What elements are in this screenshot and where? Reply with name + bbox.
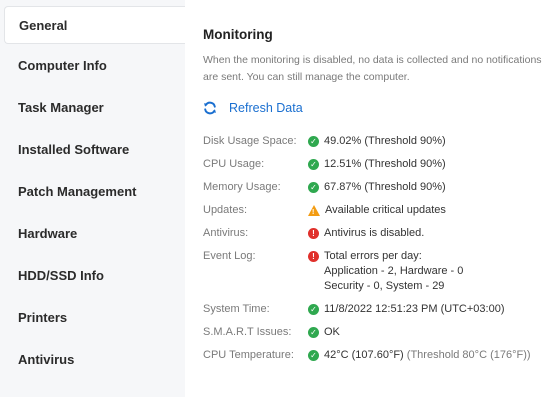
smart-issues-value: OK — [324, 326, 340, 338]
monitoring-status-list: Disk Usage Space: ✓ 49.02% (Threshold 90… — [203, 134, 531, 371]
memory-usage-label: Memory Usage: — [203, 181, 281, 193]
check-icon: ✓ — [308, 304, 319, 315]
event-log-line2: Application - 2, Hardware - 0 — [324, 265, 464, 277]
disk-usage-label: Disk Usage Space: — [203, 135, 297, 147]
system-time-row: System Time: ✓ 11/8/2022 12:51:23 PM (UT… — [203, 302, 531, 317]
sidebar-item-general[interactable]: General — [4, 6, 185, 44]
cpu-temperature-row: CPU Temperature: ✓ 42°C (107.60°F) (Thre… — [203, 348, 531, 363]
sidebar-item-hdd-ssd-info[interactable]: HDD/SSD Info — [0, 254, 185, 296]
error-icon: ! — [308, 251, 319, 262]
check-icon: ✓ — [308, 159, 319, 170]
antivirus-value: Antivirus is disabled. — [324, 227, 425, 239]
event-log-line1: Total errors per day: — [324, 250, 422, 262]
memory-usage-threshold: (Threshold 90%) — [364, 181, 446, 193]
page-title: Monitoring — [203, 27, 273, 42]
disk-usage-threshold: (Threshold 90%) — [364, 135, 446, 147]
error-icon: ! — [308, 228, 319, 239]
disk-usage-row: Disk Usage Space: ✓ 49.02% (Threshold 90… — [203, 134, 531, 149]
cpu-usage-row: CPU Usage: ✓ 12.51% (Threshold 90%) — [203, 157, 531, 172]
check-icon: ✓ — [308, 182, 319, 193]
antivirus-row: Antivirus: ! Antivirus is disabled. — [203, 226, 531, 241]
sidebar-item-antivirus[interactable]: Antivirus — [0, 338, 185, 380]
sidebar-item-computer-info[interactable]: Computer Info — [0, 44, 185, 86]
monitoring-description: When the monitoring is disabled, no data… — [203, 54, 542, 83]
cpu-temperature-value: 42°C (107.60°F) — [324, 349, 404, 361]
cpu-usage-label: CPU Usage: — [203, 158, 265, 170]
cpu-temperature-label: CPU Temperature: — [203, 349, 294, 361]
antivirus-label: Antivirus: — [203, 227, 249, 239]
sidebar-item-patch-management[interactable]: Patch Management — [0, 170, 185, 212]
event-log-line3: Security - 0, System - 29 — [324, 280, 445, 292]
sidebar: General Computer Info Task Manager Insta… — [0, 0, 185, 397]
memory-usage-row: Memory Usage: ✓ 67.87% (Threshold 90%) — [203, 180, 531, 195]
updates-row: Updates: ! Available critical updates — [203, 203, 531, 218]
refresh-icon — [204, 101, 216, 115]
refresh-data-button[interactable]: Refresh Data — [203, 101, 303, 115]
cpu-usage-value: 12.51% — [324, 158, 362, 170]
event-log-label: Event Log: — [203, 250, 256, 262]
updates-value: Available critical updates — [325, 204, 446, 216]
smart-issues-label: S.M.A.R.T Issues: — [203, 326, 292, 338]
sidebar-item-printers[interactable]: Printers — [0, 296, 185, 338]
check-icon: ✓ — [308, 136, 319, 147]
system-time-value: 11/8/2022 12:51:23 PM (UTC+03:00) — [324, 303, 505, 315]
disk-usage-value: 49.02% — [324, 135, 362, 147]
memory-usage-value: 67.87% — [324, 181, 362, 193]
cpu-temperature-threshold: (Threshold 80°C (176°F)) — [406, 349, 531, 361]
check-icon: ✓ — [308, 327, 319, 338]
warning-icon: ! — [308, 205, 320, 216]
system-time-label: System Time: — [203, 303, 270, 315]
check-icon: ✓ — [308, 350, 319, 361]
sidebar-item-hardware[interactable]: Hardware — [0, 212, 185, 254]
event-log-row: Event Log: ! Total errors per day: Appli… — [203, 249, 531, 294]
cpu-usage-threshold: (Threshold 90%) — [364, 158, 446, 170]
smart-issues-row: S.M.A.R.T Issues: ✓ OK — [203, 325, 531, 340]
refresh-data-label: Refresh Data — [229, 101, 303, 115]
sidebar-item-task-manager[interactable]: Task Manager — [0, 86, 185, 128]
sidebar-item-installed-software[interactable]: Installed Software — [0, 128, 185, 170]
updates-label: Updates: — [203, 204, 248, 216]
